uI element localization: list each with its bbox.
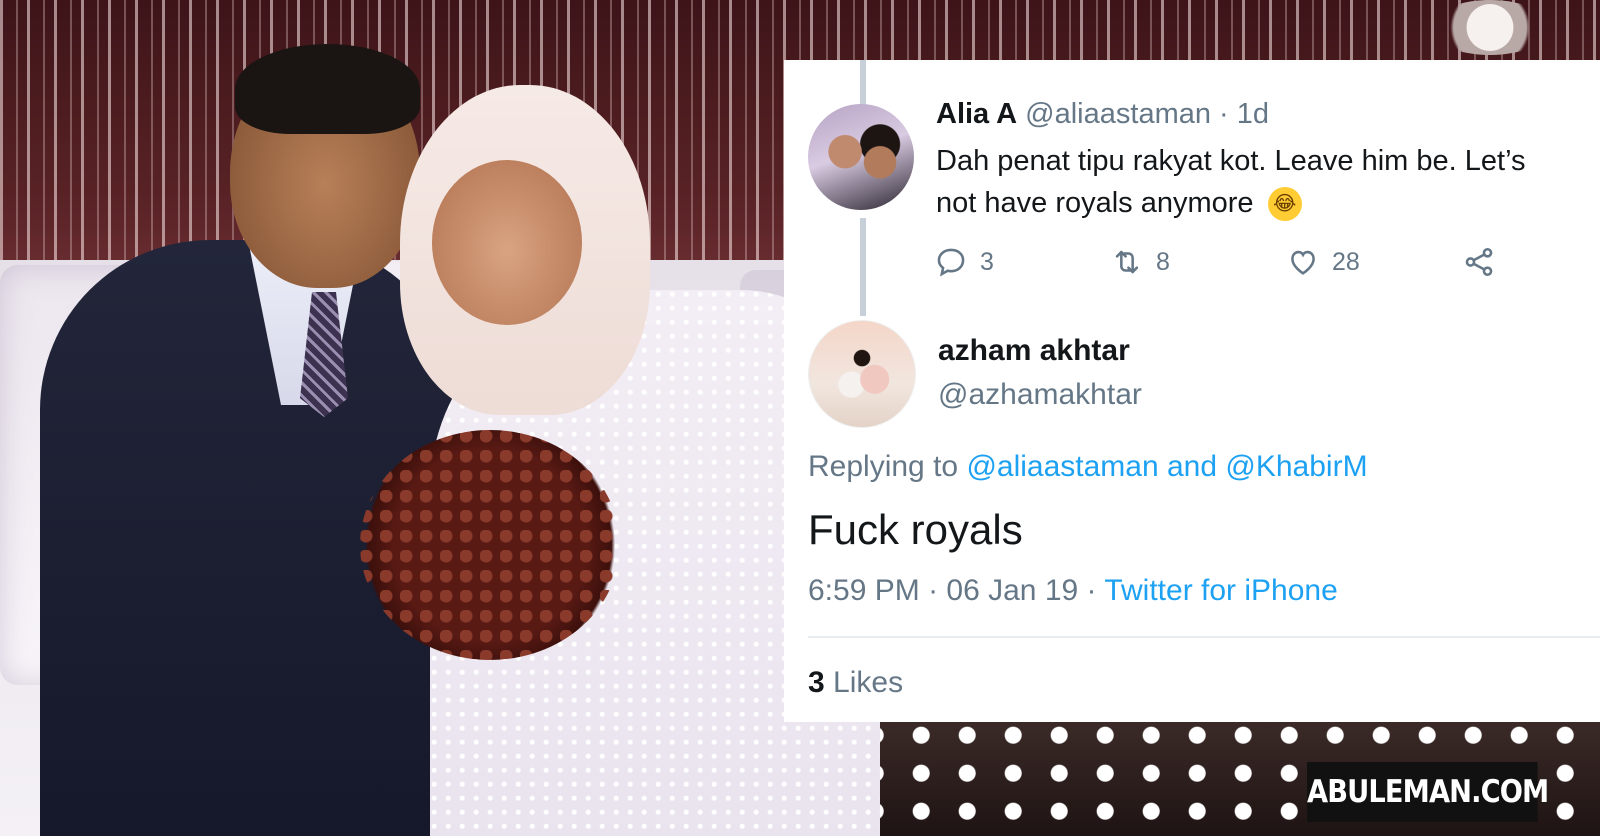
tweet1-time[interactable]: 1d xyxy=(1237,98,1269,130)
replying-and[interactable]: and xyxy=(1167,450,1217,483)
like-button[interactable]: 28 xyxy=(1286,242,1360,282)
tweet-source-link[interactable]: Twitter for iPhone xyxy=(1104,574,1337,607)
reply-icon xyxy=(937,248,965,277)
tweet1-author-handle[interactable]: @aliaastaman xyxy=(1025,98,1211,130)
mention-link-aliaastaman[interactable]: @aliaastaman xyxy=(966,450,1158,483)
tweet2-author-name[interactable]: azham akhtar xyxy=(938,334,1130,368)
like-count: 28 xyxy=(1332,247,1360,276)
mention-link-khabirm[interactable]: @KhabirM xyxy=(1225,450,1367,483)
share-icon xyxy=(1465,247,1493,277)
retweet-count: 8 xyxy=(1156,247,1170,276)
divider xyxy=(808,636,1600,638)
tweet1-text-line1: Dah penat tipu rakyat kot. Leave him be.… xyxy=(936,145,1526,177)
tweet2-date[interactable]: 06 Jan 19 xyxy=(946,574,1078,607)
tweet2-author-handle[interactable]: @azhamakhtar xyxy=(938,378,1142,412)
groom-hair xyxy=(235,44,420,134)
avatar-alia[interactable] xyxy=(808,104,914,210)
tweet1-text: Dah penat tipu rakyat kot. Leave him be.… xyxy=(936,140,1586,224)
replying-prefix: Replying to xyxy=(808,450,959,483)
bouquet xyxy=(360,430,620,660)
retweet-icon xyxy=(1115,250,1139,274)
like-icon xyxy=(1291,250,1315,275)
reply-count: 3 xyxy=(980,247,994,276)
flower-decoration xyxy=(1430,0,1550,55)
tweet-card: Alia A @aliaastaman · 1d Dah penat tipu … xyxy=(784,60,1600,722)
tweet2-time[interactable]: 6:59 PM xyxy=(808,574,920,607)
meta-separator: · xyxy=(928,574,939,607)
tweet1-separator: · xyxy=(1219,98,1229,130)
retweet-button[interactable]: 8 xyxy=(1110,242,1170,282)
tweet2-meta: 6:59 PM · 06 Jan 19 · Twitter for iPhone xyxy=(808,574,1338,608)
share-button[interactable] xyxy=(1462,242,1496,282)
tweet1-header: Alia A @aliaastaman · 1d xyxy=(936,98,1269,131)
likes-label: Likes xyxy=(833,666,904,699)
bride-face xyxy=(432,160,582,325)
meta-separator: · xyxy=(1086,574,1097,607)
replying-to: Replying to @aliaastaman and @KhabirM xyxy=(808,450,1368,484)
likes-count-link[interactable]: 3 Likes xyxy=(808,666,903,700)
thread-line-top xyxy=(860,60,866,106)
tweet1-author-name[interactable]: Alia A xyxy=(936,98,1017,130)
avatar-azham[interactable] xyxy=(808,320,916,428)
watermark-logo: ABULEMAN.COM xyxy=(1307,762,1549,822)
laughing-emoji-icon: 😂 xyxy=(1267,187,1302,222)
thread-line-connector xyxy=(860,218,866,316)
tweet1-actions: 3 8 28 xyxy=(934,242,1504,282)
tweet2-text: Fuck royals xyxy=(808,506,1023,553)
reply-button[interactable]: 3 xyxy=(934,242,994,282)
likes-number: 3 xyxy=(808,666,825,699)
tweet1-text-line2: not have royals anymore xyxy=(936,187,1254,219)
